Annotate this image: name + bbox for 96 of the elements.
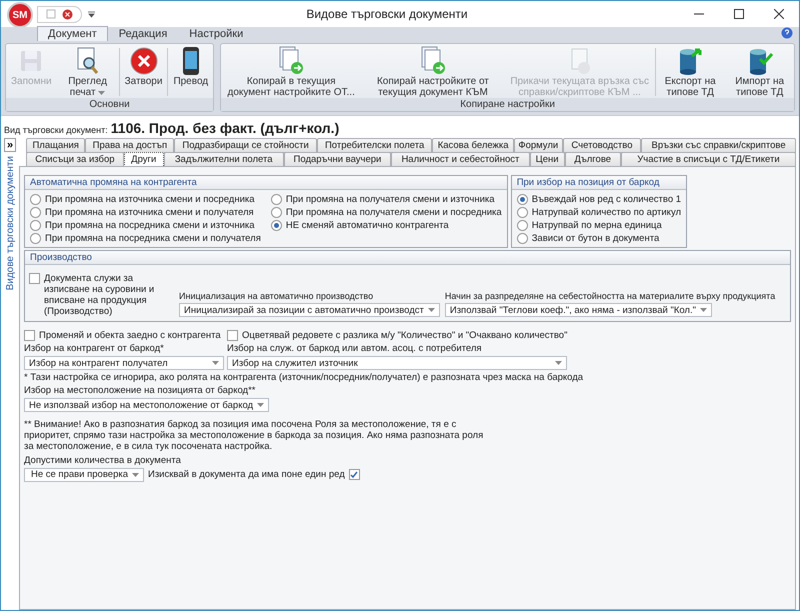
close-icon — [130, 47, 158, 75]
option-label: При промяна на получателя смени и посредника — [286, 206, 502, 218]
caret-icon — [132, 472, 139, 477]
ribbon-button[interactable]: Превод — [168, 44, 214, 87]
option-label: Натрупвай количество по артикул — [532, 206, 682, 218]
dropdown[interactable]: Избор на контрагент получател — [24, 356, 224, 370]
help-icon[interactable] — [781, 27, 793, 39]
option-label: При промяна на посредника смени и източника — [45, 220, 255, 230]
checkbox-label: Изисквай в документа да има поне един ред — [148, 469, 345, 480]
field-label: Избор на служ. от баркод или автом. асоц. с потребителя — [227, 343, 483, 354]
group-title: Производство — [25, 251, 790, 265]
field-label: Допустими количества в документа — [24, 454, 182, 466]
caret-icon — [428, 308, 435, 312]
tab[interactable]: Участие в списъци с ТД/Етикети — [620, 152, 796, 167]
tab[interactable]: Касова бележка — [432, 138, 514, 153]
checkbox[interactable] — [24, 330, 35, 341]
ribbon-tab[interactable]: Документ — [37, 26, 108, 41]
radio-button[interactable] — [30, 206, 41, 218]
tab[interactable]: Цени — [530, 152, 565, 167]
option-label: Натрупвай по мерна единица — [532, 220, 662, 230]
side-panel-label[interactable]: Видове търговски документи — [4, 156, 16, 290]
tab[interactable]: Счетоводство — [562, 138, 642, 153]
tab[interactable]: Формули — [514, 138, 563, 153]
option-label: Въвеждай нов ред с количество 1 — [532, 194, 682, 204]
field-label: Начин за разпределяне на себестойността на материалите върху продукцията — [444, 291, 776, 301]
dropdown[interactable]: Инициализирай за позиции с автоматично производст — [179, 303, 440, 317]
tab[interactable]: Плащания — [26, 138, 86, 153]
tab[interactable]: Списъци за избор — [26, 152, 124, 167]
option-label: Зависи от бутон в документа — [532, 232, 660, 244]
tab[interactable]: Други — [124, 152, 164, 167]
ribbon-button[interactable]: Копирай в текущия документ настройките ОТ... — [221, 44, 362, 98]
option-label: НЕ сменяй автоматично контрагента — [286, 220, 449, 230]
ribbon-button[interactable]: Копирай настройките от текущия документ КЪМ — [361, 44, 505, 98]
window-title: Видове търговски документи — [305, 7, 469, 21]
phone-icon — [180, 46, 201, 76]
group-title: Автоматична промяна на контрагента — [25, 176, 507, 190]
radio-button[interactable] — [516, 206, 528, 218]
app-logo[interactable]: SM — [7, 2, 33, 28]
checkbox[interactable] — [29, 273, 40, 284]
tab[interactable]: Наличност и себестойност — [391, 152, 530, 167]
radio-button[interactable] — [30, 194, 41, 204]
radio-button[interactable] — [516, 194, 528, 204]
caret-icon — [555, 361, 562, 365]
option-label: При промяна на посредника смени и получателя — [45, 232, 261, 244]
radio-button[interactable] — [270, 206, 282, 218]
ribbon-button[interactable]: Експорт на типове ТД — [655, 44, 726, 98]
group-label: Копиране настройки — [221, 98, 794, 111]
close-icon[interactable] — [774, 9, 784, 19]
checkbox[interactable] — [348, 469, 360, 480]
checkbox[interactable] — [227, 330, 238, 341]
ribbon-tab[interactable]: Редакция — [108, 26, 178, 41]
tab[interactable]: Връзки със справки/скриптове — [641, 138, 796, 153]
ribbon-tab[interactable]: Настройки — [178, 26, 254, 41]
document-type-label: Вид търговски документ: — [4, 125, 108, 135]
checkbox-label: Оцветявай редовете с разлика м/у "Количество" и "Очаквано количество" — [242, 330, 568, 341]
tab[interactable]: Права на достъп — [85, 138, 174, 153]
caret-icon — [257, 403, 264, 407]
checkbox-label: Документа служи за изписване на суровини и вписване на продукция (Производство) — [44, 273, 156, 317]
group-label: Основни — [6, 98, 214, 111]
caret-icon — [212, 361, 219, 365]
radio-button[interactable] — [516, 232, 528, 244]
radio-button[interactable] — [516, 220, 528, 230]
dropdown[interactable]: Избор на служител източник — [227, 356, 568, 370]
ribbon-button[interactable]: Преглед печат — [56, 44, 119, 98]
tab[interactable]: Задължителни полета — [164, 152, 284, 167]
dropdown-icon[interactable] — [88, 10, 95, 18]
tab[interactable]: Подразбиращи се стойности — [174, 138, 317, 153]
field-label: Избор на местоположение на позицията от баркод** — [24, 385, 256, 396]
caret-icon — [700, 308, 707, 312]
radio-button[interactable] — [270, 220, 282, 230]
magnifier-document-icon — [74, 47, 101, 75]
expand-button[interactable]: » — [4, 138, 16, 152]
field-label: Избор на контрагент от баркод* — [24, 343, 165, 354]
tab[interactable]: Дългове — [564, 152, 621, 167]
checkbox-label: Променяй и обекта заедно с контрагента — [39, 330, 221, 341]
document-type-value: 1106. Прод. без факт. (дълг+кол.) — [110, 120, 340, 136]
option-label: При промяна на получателя смени и източника — [286, 194, 495, 204]
dropdown[interactable]: Не се прави проверка — [24, 468, 144, 482]
dropdown[interactable]: Не използвай избор на местоположение от баркод — [24, 398, 270, 412]
ribbon-button[interactable]: Затвори — [120, 44, 168, 87]
option-label: При промяна на източника смени и посредника — [45, 194, 255, 204]
radio-button[interactable] — [270, 194, 282, 204]
group-title: При избор на позиция от баркод — [512, 176, 686, 190]
option-label: При промяна на източника смени и получателя — [45, 206, 254, 218]
footnote: * Тази настройка се игнорира, ако ролята на контрагента (източник/посредник/получател) е разпозната чрез маска на баркода — [24, 372, 584, 383]
maximize-icon[interactable] — [734, 9, 744, 19]
ribbon-button[interactable]: Импорт на типове ТД — [725, 44, 794, 98]
dropdown[interactable]: Използвай "Теглови коеф.", ако няма - използвай "Кол." — [444, 303, 712, 317]
radio-button[interactable] — [30, 232, 41, 244]
document-arrow-icon — [277, 46, 306, 76]
warning-note: ** Внимание! Ако в разпознатия баркод за позиция има посочена Роля за местоположение, тя е с приоритет, спрямо тази настройка за местоположение в баркода за позиция. Ако няма разпозната роля за местоположение, е в сила тук посочената настройка. — [24, 420, 484, 453]
field-label: Инициализация на автоматично производство — [179, 291, 374, 301]
radio-button[interactable] — [30, 220, 41, 230]
document-arrow-icon — [418, 46, 447, 76]
tab[interactable]: Потребителски полета — [316, 138, 432, 153]
tab[interactable]: Подаръчни ваучери — [284, 152, 392, 167]
